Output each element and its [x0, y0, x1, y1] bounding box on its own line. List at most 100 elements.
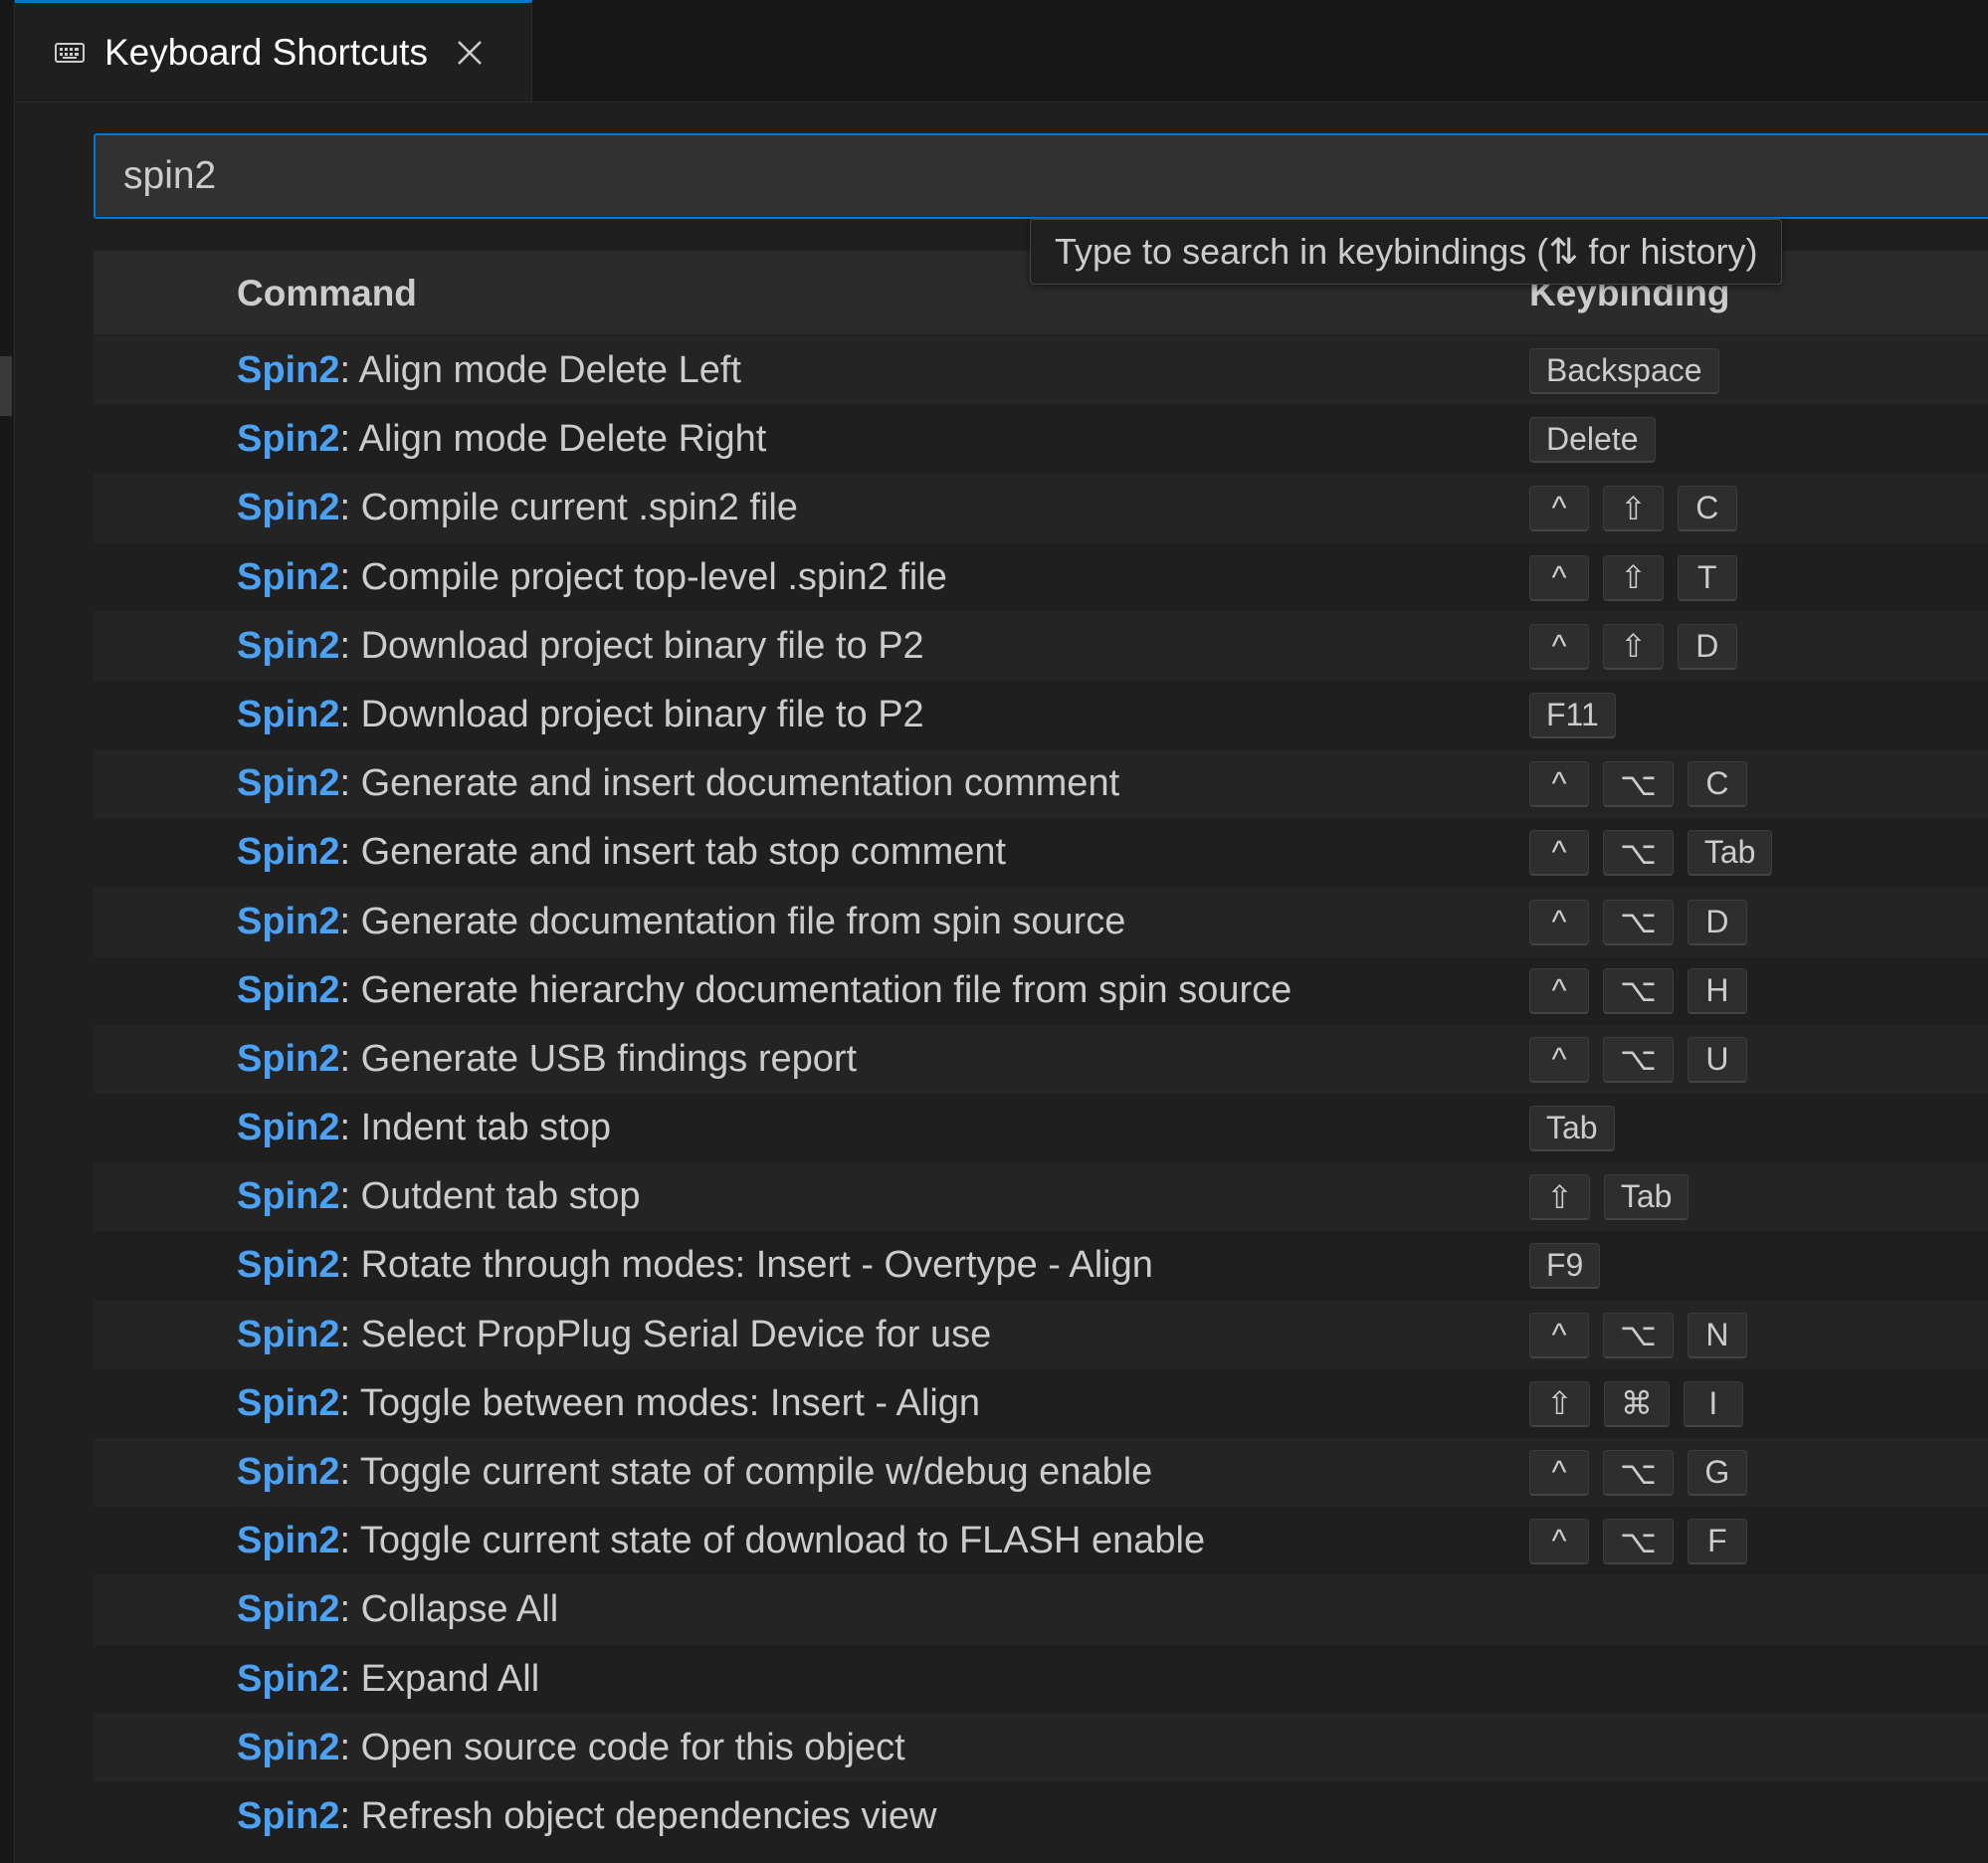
- key-cap: ^: [1529, 623, 1589, 670]
- search-input-value[interactable]: spin2: [123, 154, 216, 198]
- close-icon[interactable]: [454, 37, 486, 69]
- table-row[interactable]: Spin2: Expand All: [94, 1644, 1988, 1714]
- key-cap: ⌥: [1603, 1312, 1674, 1358]
- extension-name: Spin2: [237, 555, 340, 598]
- command-label: Spin2: Toggle current state of download …: [237, 1507, 1205, 1575]
- tab-keyboard-shortcuts[interactable]: Keyboard Shortcuts: [15, 0, 532, 102]
- command-title: Refresh object dependencies view: [360, 1794, 937, 1837]
- keybinding-keys: ^ ⇧ D: [1529, 623, 1737, 670]
- command-separator: :: [339, 1726, 361, 1768]
- table-row[interactable]: Spin2: Toggle current state of download …: [94, 1507, 1988, 1576]
- keybinding-keys: ^ ⌥ Tab: [1529, 830, 1773, 877]
- command-title: Indent tab stop: [360, 1107, 612, 1149]
- extension-name: Spin2: [237, 1313, 340, 1355]
- key-cap: U: [1687, 1036, 1747, 1083]
- command-separator: :: [339, 1451, 360, 1493]
- command-separator: :: [339, 1037, 361, 1080]
- command-title: Open source code for this object: [360, 1726, 905, 1768]
- keybinding-keys: ⇧ ⌘ I: [1529, 1380, 1743, 1427]
- table-row[interactable]: Spin2: Generate USB findings report ^ ⌥ U: [94, 1024, 1988, 1095]
- extension-name: Spin2: [237, 693, 340, 735]
- keybinding-keys: ^ ⌥ H: [1529, 967, 1747, 1014]
- extension-name: Spin2: [237, 1794, 340, 1837]
- command-separator: :: [339, 1107, 361, 1149]
- command-title: Outdent tab stop: [360, 1175, 641, 1218]
- extension-name: Spin2: [237, 349, 340, 391]
- command-separator: :: [339, 693, 361, 735]
- table-row[interactable]: Spin2: Refresh object dependencies view: [94, 1781, 1988, 1852]
- keybindings-search-input[interactable]: spin2: [94, 133, 1988, 219]
- keybinding-keys: F11: [1529, 692, 1616, 738]
- key-cap: ⇧: [1529, 1380, 1590, 1427]
- table-row[interactable]: Spin2: Download project binary file to P…: [94, 680, 1988, 750]
- keybinding-keys: ^ ⌥ N: [1529, 1312, 1747, 1358]
- key-cap: ^: [1529, 761, 1589, 808]
- command-title: Download project binary file to P2: [360, 693, 924, 735]
- tab-label: Keyboard Shortcuts: [104, 31, 428, 73]
- keybindings-table: Spin2: Align mode Delete Left Backspace Sp…: [94, 336, 1988, 1852]
- key-cap: ⌥: [1603, 1450, 1674, 1496]
- column-header-command[interactable]: Command: [237, 273, 417, 314]
- command-title: Align mode Delete Left: [358, 349, 741, 391]
- keybinding-keys: Backspace: [1529, 348, 1719, 394]
- command-separator: :: [339, 1381, 360, 1424]
- table-row[interactable]: Spin2: Align mode Delete Right Delete: [94, 405, 1988, 475]
- key-cap: F: [1687, 1519, 1747, 1565]
- key-cap: Tab: [1529, 1106, 1615, 1152]
- table-row[interactable]: Spin2: Outdent tab stop ⇧ Tab: [94, 1162, 1988, 1232]
- table-row[interactable]: Spin2: Select PropPlug Serial Device for…: [94, 1300, 1988, 1369]
- extension-name: Spin2: [237, 1175, 340, 1218]
- key-cap: ⌥: [1603, 1519, 1674, 1565]
- command-label: Spin2: Download project binary file to P…: [237, 612, 924, 681]
- command-title: Generate USB findings report: [360, 1037, 858, 1080]
- table-row[interactable]: Spin2: Download project binary file to P…: [94, 611, 1988, 681]
- command-title: Select PropPlug Serial Device for use: [360, 1313, 992, 1355]
- extension-name: Spin2: [237, 1520, 340, 1562]
- key-cap: Delete: [1529, 417, 1656, 464]
- key-cap: F11: [1529, 692, 1616, 738]
- table-row[interactable]: Spin2: Generate and insert documentation…: [94, 749, 1988, 819]
- command-title: Generate and insert tab stop comment: [360, 831, 1007, 874]
- key-cap: ^: [1529, 1450, 1589, 1496]
- table-row[interactable]: Spin2: Generate and insert tab stop comm…: [94, 818, 1988, 888]
- table-row[interactable]: Spin2: Toggle between modes: Insert - Al…: [94, 1368, 1988, 1438]
- key-cap: Tab: [1603, 1174, 1690, 1221]
- command-separator: :: [339, 900, 361, 942]
- command-label: Spin2: Rotate through modes: Insert - Ov…: [237, 1231, 1153, 1300]
- keybinding-keys: ^ ⌥ U: [1529, 1036, 1747, 1083]
- keybinding-keys: ^ ⇧ T: [1529, 554, 1737, 601]
- table-row[interactable]: Spin2: Compile project top-level .spin2 …: [94, 542, 1988, 612]
- keybinding-keys: ⇧ Tab: [1529, 1174, 1690, 1221]
- command-title: Generate hierarchy documentation file fr…: [360, 968, 1292, 1011]
- table-row[interactable]: Spin2: Open source code for this object: [94, 1713, 1988, 1782]
- key-cap: ⌥: [1603, 830, 1674, 877]
- table-row[interactable]: Spin2: Compile current .spin2 file ^ ⇧ C: [94, 474, 1988, 543]
- table-row[interactable]: Spin2: Rotate through modes: Insert - Ov…: [94, 1231, 1988, 1301]
- command-label: Spin2: Compile current .spin2 file: [237, 474, 798, 542]
- extension-name: Spin2: [237, 1107, 340, 1149]
- table-row[interactable]: Spin2: Indent tab stop Tab: [94, 1094, 1988, 1163]
- key-cap: ⇧: [1529, 1174, 1590, 1221]
- key-cap: F9: [1529, 1243, 1601, 1290]
- command-label: Spin2: Open source code for this object: [237, 1714, 905, 1782]
- command-label: Spin2: Download project binary file to P…: [237, 681, 924, 749]
- command-separator: :: [339, 831, 361, 874]
- key-cap: ^: [1529, 554, 1589, 601]
- table-row[interactable]: Spin2: Generate documentation file from …: [94, 887, 1988, 956]
- key-cap: ⇧: [1603, 554, 1664, 601]
- command-separator: :: [339, 1588, 361, 1631]
- command-title: Align mode Delete Right: [358, 418, 767, 461]
- table-row[interactable]: Spin2: Toggle current state of compile w…: [94, 1438, 1988, 1508]
- keybinding-keys: ^ ⇧ C: [1529, 486, 1737, 532]
- table-row[interactable]: Spin2: Collapse All: [94, 1575, 1988, 1645]
- key-cap: N: [1687, 1312, 1747, 1358]
- command-label: Spin2: Generate hierarchy documentation …: [237, 956, 1292, 1025]
- extension-name: Spin2: [237, 762, 340, 805]
- command-separator: :: [339, 487, 361, 529]
- key-cap: C: [1687, 761, 1747, 808]
- table-row[interactable]: Spin2: Generate hierarchy documentation …: [94, 955, 1988, 1025]
- key-cap: ^: [1529, 1312, 1589, 1358]
- table-row[interactable]: Spin2: Align mode Delete Left Backspace: [94, 336, 1988, 406]
- command-label: Spin2: Toggle between modes: Insert - Al…: [237, 1369, 980, 1438]
- key-cap: ⌘: [1603, 1380, 1670, 1427]
